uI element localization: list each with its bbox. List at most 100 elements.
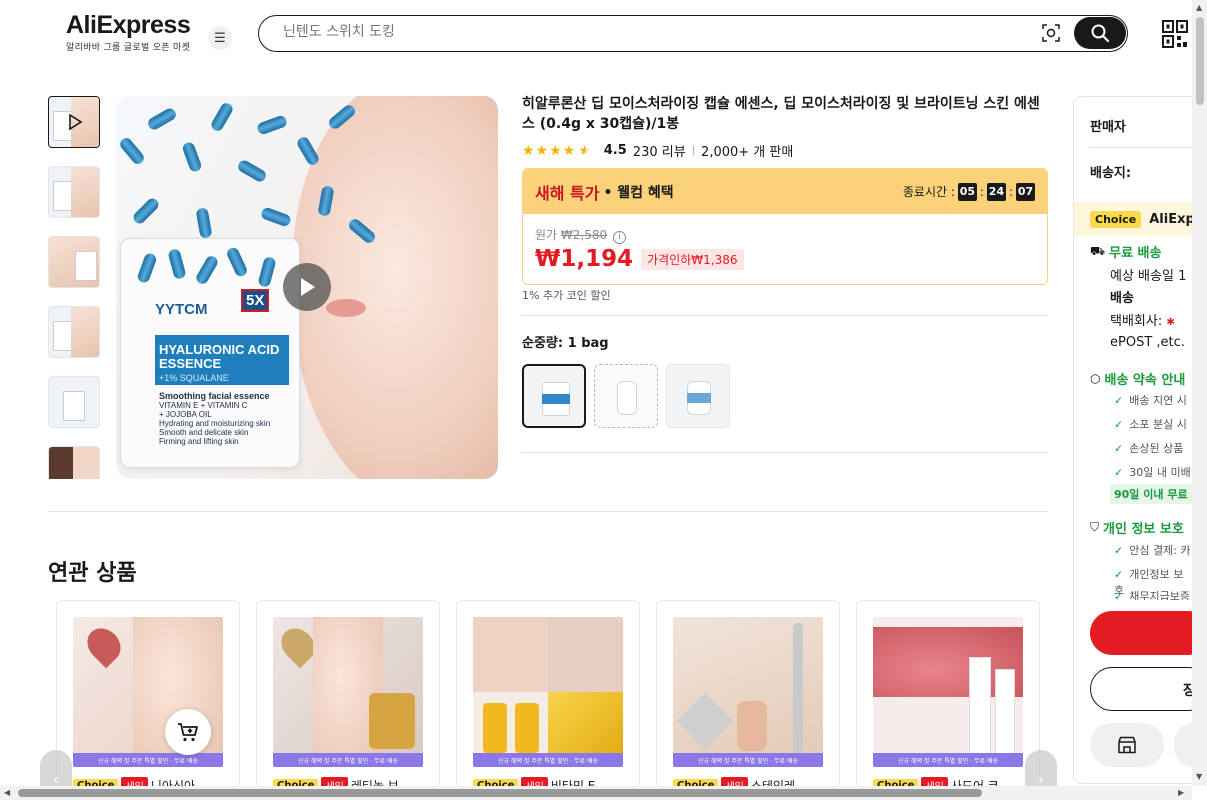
- ship-to-label[interactable]: 배송지:: [1090, 162, 1131, 181]
- timer-minutes: 24: [986, 182, 1006, 201]
- divider: [1090, 147, 1193, 148]
- scroll-down-icon[interactable]: ▼: [1196, 772, 1202, 781]
- thumbnail-image[interactable]: [48, 236, 100, 288]
- promise-item: 30일 내 미배: [1114, 464, 1190, 480]
- package-badge: 5X: [241, 289, 270, 312]
- vertical-scroll-thumb[interactable]: [1196, 17, 1204, 105]
- product-card[interactable]: 신규 혜택 첫 주문 특별 할인 · 무료 배송 Choice 세일 니아신아: [56, 600, 240, 800]
- product-card[interactable]: 신규 혜택 첫 주문 특별 할인 · 무료 배송 Choice 세일 스테인레: [656, 600, 840, 800]
- review-count[interactable]: 230 리뷰: [633, 141, 686, 160]
- sale-price: ₩1,194: [535, 246, 634, 272]
- menu-icon[interactable]: ☰: [208, 26, 232, 50]
- product-package: YYTCM 5X HYALURONIC ACID ESSENCE +1% SQU…: [120, 238, 300, 468]
- shield-box-icon: ⬡: [1090, 371, 1101, 386]
- info-icon[interactable]: i: [612, 231, 626, 244]
- promise-item: 소포 분실 시: [1114, 416, 1187, 432]
- courier: 택배회사: ✱ ePOST ,etc.: [1110, 314, 1185, 350]
- promo-box: 새해 특가 • 웰컴 혜택 종료시간 : 05: 24: 07 원가 ₩2,58…: [522, 168, 1048, 285]
- logo-tagline: 알리바바 그룹 글로벌 오픈 마켓: [66, 43, 191, 53]
- promo-title: 새해 특가: [535, 183, 600, 203]
- truck-icon: ⛟: [1090, 243, 1106, 258]
- promise-item: 손상된 상품: [1114, 440, 1183, 456]
- delivery-estimate: 예상 배송일 1 배송: [1110, 269, 1187, 306]
- card-banner: 신규 혜택 첫 주문 특별 할인 · 무료 배송: [473, 753, 623, 767]
- seller-label[interactable]: 판매자: [1090, 116, 1126, 135]
- store-icon: [1118, 736, 1136, 754]
- shield-icon: ⛉: [1090, 520, 1100, 534]
- logo-text[interactable]: AliExpress: [66, 12, 191, 38]
- capsule: [209, 101, 235, 133]
- add-cart-icon[interactable]: [165, 709, 211, 755]
- card-banner: 신규 혜택 첫 주문 특별 할인 · 무료 배송: [873, 753, 1023, 767]
- package-subtitle: +1% SQUALANE: [159, 373, 229, 383]
- model-lips: [326, 299, 366, 317]
- thumbnail-image[interactable]: [48, 446, 100, 479]
- choice-tag: Choice: [1090, 210, 1142, 228]
- discount-badge: 가격인하₩1,386: [641, 248, 744, 270]
- search-bar: [258, 15, 1128, 52]
- search-button[interactable]: [1074, 17, 1126, 49]
- image-search-icon[interactable]: [1041, 23, 1061, 43]
- product-title: 히알루론산 딥 모이스처라이징 캡슐 에센스, 딥 모이스처라이징 및 브라이트…: [522, 96, 1040, 132]
- star-rating-icon: ★★★★ ★: [522, 142, 592, 159]
- store-button[interactable]: [1090, 723, 1164, 767]
- variant-selector: [522, 364, 730, 428]
- horizontal-scrollbar[interactable]: ◀ ▶: [0, 786, 1192, 800]
- privacy-item: 안심 결제: 카: [1114, 542, 1190, 558]
- divider: [522, 452, 1048, 453]
- rating-value: 4.5: [603, 143, 627, 158]
- capsule: [181, 140, 203, 174]
- original-price: 원가 ₩2,580 i: [535, 226, 1035, 244]
- aliexpress-logo[interactable]: AliExpress 알리바바 그룹 글로벌 오픈 마켓: [66, 12, 191, 53]
- capsule: [146, 106, 178, 132]
- package-brand: YYTCM: [155, 301, 208, 318]
- choice-text: AliExpr: [1149, 211, 1193, 227]
- buy-now-button[interactable]: [1090, 611, 1193, 655]
- capsule: [195, 207, 213, 239]
- thumbnail-image[interactable]: [48, 166, 100, 218]
- privacy-protection[interactable]: ⛉ 개인 정보 보호: [1090, 518, 1184, 537]
- timer-seconds: 07: [1016, 182, 1035, 201]
- countdown-timer: 종료시간 : 05: 24: 07: [902, 182, 1035, 201]
- product-card[interactable]: 신규 혜택 첫 주문 특별 할인 · 무료 배송 Choice 세일 레티놀 브: [256, 600, 440, 800]
- scroll-up-icon[interactable]: ▲: [1196, 3, 1202, 12]
- divider: |: [691, 145, 696, 156]
- horizontal-scroll-thumb[interactable]: [18, 789, 982, 797]
- image-thumbnails: [48, 96, 102, 479]
- vertical-scrollbar[interactable]: ▲ ▼: [1192, 0, 1207, 786]
- capsule: [255, 114, 289, 136]
- delivery-promise[interactable]: ⬡ 배송 약속 안내: [1090, 369, 1185, 389]
- card-banner: 신규 혜택 첫 주문 특별 할인 · 무료 배송: [673, 753, 823, 767]
- privacy-item: 채무지급보증: [1114, 588, 1190, 600]
- search-input[interactable]: [283, 24, 983, 40]
- scroll-left-icon[interactable]: ◀: [4, 788, 10, 797]
- product-main-image[interactable]: YYTCM 5X HYALURONIC ACID ESSENCE +1% SQU…: [116, 96, 498, 479]
- coin-discount: 1% 추가 코인 할인: [522, 289, 611, 302]
- search-icon: [1091, 24, 1110, 43]
- product-card[interactable]: 신규 혜택 첫 주문 특별 할인 · 무료 배송 Choice 세일 비타민 E: [456, 600, 640, 800]
- variant-option[interactable]: [666, 364, 730, 428]
- add-to-cart-button[interactable]: 장: [1090, 667, 1193, 711]
- video-play-button[interactable]: [283, 263, 331, 311]
- thumbnail-video[interactable]: [48, 96, 100, 148]
- capsule: [117, 135, 147, 167]
- purchase-panel: 판매자 배송지: Choice AliExpr ⛟ 무료 배송 예상 배송일 1…: [1073, 96, 1193, 784]
- choice-bar: Choice AliExpr: [1074, 202, 1193, 236]
- thumbnail-image[interactable]: [48, 376, 100, 428]
- free-return-badge: 90일 이내 무료: [1110, 484, 1192, 504]
- variant-option[interactable]: [522, 364, 586, 428]
- play-icon: [301, 278, 315, 296]
- card-banner: 신규 혜택 첫 주문 특별 할인 · 무료 배송: [73, 753, 223, 767]
- thumbnail-image[interactable]: [48, 306, 100, 358]
- share-button[interactable]: [1174, 723, 1193, 767]
- card-banner: 신규 혜택 첫 주문 특별 할인 · 무료 배송: [273, 753, 423, 767]
- divider: [522, 315, 1048, 316]
- promo-header: 새해 특가 • 웰컴 혜택 종료시간 : 05: 24: 07: [523, 169, 1047, 214]
- capsule: [236, 158, 268, 184]
- product-card[interactable]: 신규 혜택 첫 주문 특별 할인 · 무료 배송 Choice 세일 사드어 코: [856, 600, 1040, 800]
- qr-code-icon[interactable]: [1162, 20, 1188, 48]
- variant-option[interactable]: [594, 364, 658, 428]
- price-box: 원가 ₩2,580 i ₩1,194 가격인하₩1,386: [523, 214, 1047, 284]
- option-value: 1 bag: [567, 336, 609, 351]
- scroll-right-icon[interactable]: ▶: [1178, 788, 1184, 797]
